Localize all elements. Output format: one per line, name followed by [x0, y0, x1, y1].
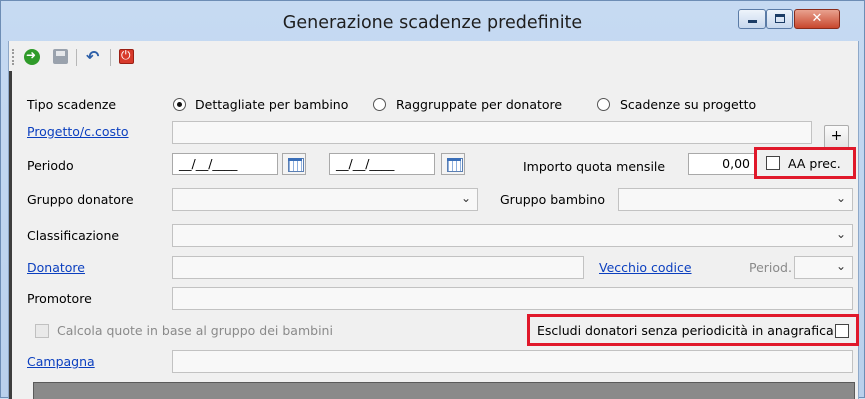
periodo-from-input[interactable]: __/__/____ — [172, 153, 278, 175]
toolbar-separator — [76, 49, 77, 66]
maximize-button[interactable] — [766, 9, 793, 29]
gruppo-bambino-label: Gruppo bambino — [500, 192, 605, 207]
promotore-field[interactable] — [172, 287, 853, 310]
calendar-from-icon[interactable] — [282, 153, 306, 175]
save-icon[interactable] — [53, 49, 68, 64]
radio-raggruppate-label[interactable]: Raggruppate per donatore — [396, 97, 562, 112]
tipo-scadenze-label: Tipo scadenze — [27, 97, 117, 112]
radio-dettagliate-label[interactable]: Dettagliate per bambino — [195, 97, 348, 112]
undo-icon[interactable]: ↶ — [86, 49, 102, 65]
importo-label: Importo quota mensile — [523, 159, 666, 174]
toolbar-separator — [110, 49, 111, 66]
highlight-aa-prec — [754, 147, 856, 179]
gruppo-donatore-label: Gruppo donatore — [27, 192, 134, 207]
go-arrow-icon[interactable] — [24, 48, 40, 65]
chevron-down-icon: ⌄ — [835, 191, 846, 205]
toolbar: ↶ — [9, 41, 858, 71]
close-button[interactable]: ✕ — [794, 9, 840, 29]
gruppo-donatore-combo[interactable]: ⌄ — [172, 188, 478, 211]
minimize-icon — [748, 20, 757, 23]
campagna-field[interactable] — [172, 350, 853, 373]
period-combo[interactable]: ⌄ — [794, 256, 853, 279]
client-area: ↶ Tipo scadenze Dettagliate per bambino … — [8, 41, 859, 399]
toolbar-grip[interactable] — [12, 49, 14, 65]
chevron-down-icon: ⌄ — [835, 227, 846, 241]
minimize-button[interactable] — [738, 9, 766, 29]
app-window: Generazione scadenze predefinite ✕ ↶ Tip… — [0, 0, 865, 399]
classificazione-combo[interactable]: ⌄ — [172, 224, 853, 247]
highlight-escludi — [527, 314, 859, 346]
calendar-to-icon[interactable] — [441, 153, 465, 175]
radio-progetto-label[interactable]: Scadenze su progetto — [620, 97, 756, 112]
add-progetto-button[interactable]: + — [824, 125, 849, 149]
vecchio-codice-link[interactable]: Vecchio codice — [599, 260, 692, 275]
classificazione-label: Classificazione — [27, 228, 120, 243]
period-label: Period. — [749, 260, 792, 275]
radio-dettagliate[interactable] — [173, 98, 186, 111]
gruppo-bambino-combo[interactable]: ⌄ — [618, 188, 853, 211]
importo-input[interactable]: 0,00 — [688, 153, 755, 175]
progetto-field[interactable] — [172, 121, 812, 144]
results-panel — [33, 382, 855, 399]
progetto-link[interactable]: Progetto/c.costo — [27, 124, 129, 139]
title-bar[interactable]: Generazione scadenze predefinite ✕ — [1, 1, 864, 41]
window-left-edge — [9, 71, 12, 399]
radio-progetto[interactable] — [597, 98, 610, 111]
promotore-label: Promotore — [27, 291, 92, 306]
periodo-label: Periodo — [27, 158, 74, 173]
campagna-link[interactable]: Campagna — [27, 354, 95, 369]
chevron-down-icon: ⌄ — [460, 191, 471, 205]
donatore-link[interactable]: Donatore — [27, 260, 85, 275]
calcola-quote-label: Calcola quote in base al gruppo dei bamb… — [57, 323, 333, 338]
chevron-down-icon: ⌄ — [835, 259, 846, 273]
donatore-field[interactable] — [172, 256, 584, 279]
periodo-to-input[interactable]: __/__/____ — [329, 153, 435, 175]
calcola-quote-checkbox[interactable] — [35, 324, 49, 338]
radio-raggruppate[interactable] — [373, 98, 386, 111]
maximize-icon — [775, 14, 785, 23]
window-title: Generazione scadenze predefinite — [282, 13, 583, 33]
close-icon: ✕ — [811, 11, 823, 26]
exit-icon[interactable] — [119, 48, 134, 64]
